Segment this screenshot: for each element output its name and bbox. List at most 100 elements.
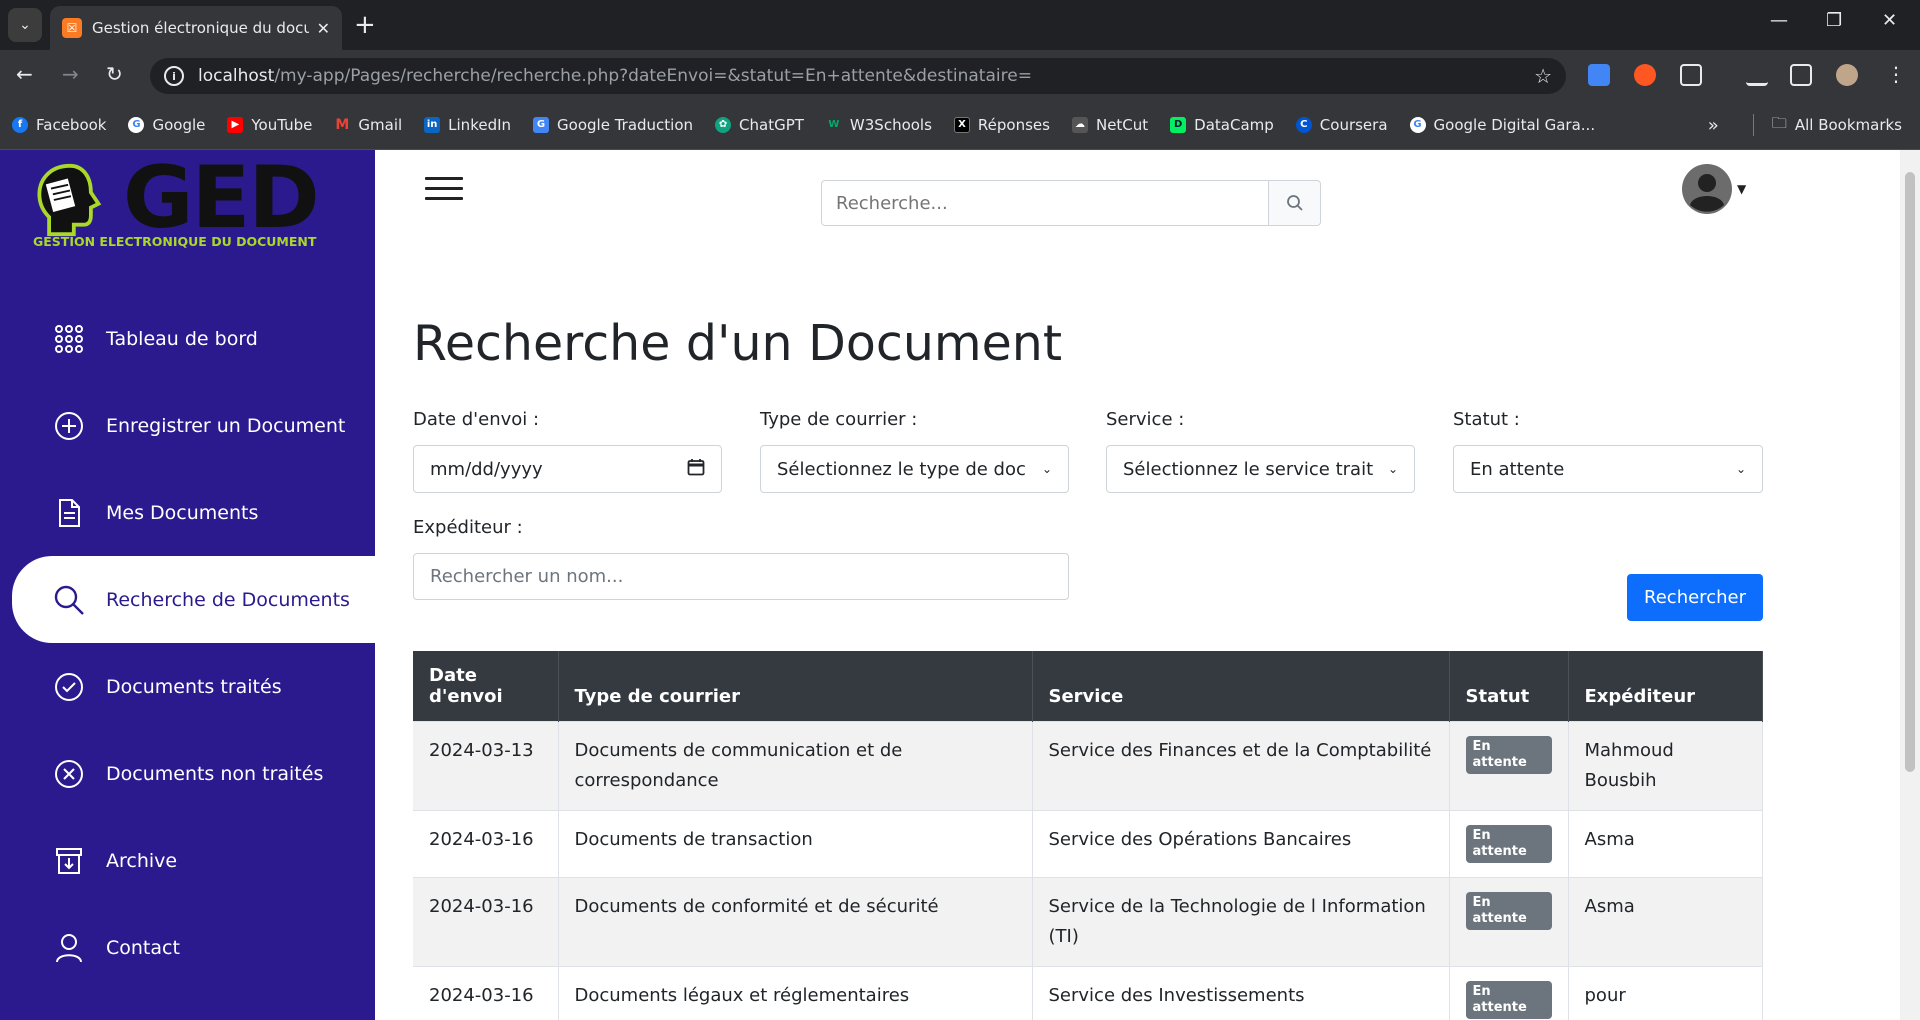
header-search-button[interactable] (1269, 180, 1321, 226)
cell-date: 2024-03-16 (413, 810, 559, 878)
search-icon (52, 583, 86, 617)
coursera-icon: C (1295, 116, 1312, 133)
rechercher-button[interactable]: Rechercher (1627, 574, 1763, 621)
new-tab-button[interactable]: + (354, 10, 376, 40)
type-select[interactable]: Sélectionnez le type de doc ⌄ (760, 445, 1069, 493)
header-search-input[interactable] (821, 180, 1269, 226)
sidebar-item-label: Contact (106, 936, 180, 959)
table-header-row: Date d'envoi Type de courrier Service St… (413, 651, 1763, 722)
sidebar-item-archive[interactable]: Archive (0, 817, 375, 904)
statut-select-value: En attente (1470, 458, 1565, 480)
bookmark-youtube[interactable]: ▶ YouTube (227, 116, 312, 134)
sidebar-item-label: Tableau de bord (106, 327, 258, 350)
user-menu[interactable]: ▼ (1681, 164, 1753, 214)
date-input[interactable]: mm/dd/yyyy (413, 445, 722, 493)
minimize-icon[interactable]: — (1770, 10, 1788, 31)
reload-icon[interactable]: ↻ (106, 62, 123, 86)
bookmark-gmail[interactable]: M Gmail (334, 116, 402, 134)
bookmark-netcut[interactable]: ☁ NetCut (1071, 116, 1148, 134)
bookmark-chatgpt[interactable]: ✿ ChatGPT (715, 116, 804, 134)
grid-icon (52, 322, 86, 356)
sidebar-item-recherche[interactable]: Recherche de Documents (12, 556, 375, 643)
expediteur-label: Expéditeur : (413, 517, 523, 538)
close-window-icon[interactable]: ✕ (1882, 10, 1897, 31)
side-panel-icon[interactable] (1790, 64, 1812, 86)
x-icon: X (953, 116, 970, 133)
ged-logo: GED GESTION ELECTRONIQUE DU DOCUMENT (28, 150, 348, 254)
sidebar-item-label: Enregistrer un Document (106, 414, 346, 437)
avatar-icon (1682, 164, 1732, 214)
hamburger-menu-icon[interactable] (425, 177, 463, 203)
back-icon[interactable]: ← (16, 62, 33, 86)
bookmark-reponses[interactable]: X Réponses (953, 116, 1050, 134)
sidebar-item-contact[interactable]: Contact (0, 904, 375, 991)
sidebar-item-label: Mes Documents (106, 501, 259, 524)
browser-toolbar: ← → ↻ i localhost/my-app/Pages/recherche… (0, 50, 1920, 100)
all-bookmarks-link[interactable]: All Bookmarks (1795, 116, 1902, 134)
sidebar-item-documents-traites[interactable]: Documents traités (0, 643, 375, 730)
google-icon: G (1409, 116, 1426, 133)
restore-icon[interactable]: ❐ (1826, 10, 1842, 31)
web-page: GED GESTION ELECTRONIQUE DU DOCUMENT Tab… (0, 150, 1920, 1020)
browser-tab-bar: ⌄ ☒ Gestion électronique du docum ✕ + — … (0, 0, 1920, 50)
forward-icon[interactable]: → (62, 62, 79, 86)
sidebar-item-label: Documents non traités (106, 762, 324, 785)
sidebar-item-tableau-de-bord[interactable]: Tableau de bord (0, 295, 375, 382)
tab-search-button[interactable]: ⌄ (8, 8, 42, 42)
extension-flame-icon[interactable] (1634, 64, 1656, 86)
sidebar-item-enregistrer[interactable]: Enregistrer un Document (0, 382, 375, 469)
bookmark-google[interactable]: G Google (128, 116, 205, 134)
results-table: Date d'envoi Type de courrier Service St… (413, 651, 1763, 1020)
cell-expediteur: Mahmoud Bousbih (1568, 721, 1763, 811)
x-circle-icon (52, 757, 86, 791)
cell-service: Service des Opérations Bancaires (1032, 810, 1450, 878)
cell-type: Documents de transaction (558, 810, 1033, 878)
cell-statut: En attente (1449, 721, 1569, 811)
bookmark-coursera[interactable]: C Coursera (1295, 116, 1388, 134)
expediteur-input[interactable]: Rechercher un nom... (413, 553, 1069, 600)
service-select[interactable]: Sélectionnez le service trait ⌄ (1106, 445, 1415, 493)
bookmark-datacamp[interactable]: D DataCamp (1170, 116, 1274, 134)
browser-tab[interactable]: ☒ Gestion électronique du docum ✕ (50, 6, 342, 50)
status-badge: En attente (1465, 825, 1552, 863)
header-service: Service (1032, 651, 1450, 722)
sidebar-item-label: Archive (106, 849, 178, 872)
page-scrollbar[interactable] (1900, 150, 1920, 1020)
close-tab-icon[interactable]: ✕ (317, 19, 330, 38)
sidebar-item-documents-non-traites[interactable]: Documents non traités (0, 730, 375, 817)
cell-date: 2024-03-16 (413, 877, 559, 967)
address-bar[interactable]: i localhost/my-app/Pages/recherche/reche… (150, 58, 1566, 94)
google-icon: G (128, 116, 145, 133)
page-title: Recherche d'un Document (413, 315, 1063, 372)
extensions-puzzle-icon[interactable] (1680, 64, 1702, 86)
cell-statut: En attente (1449, 966, 1569, 1020)
site-info-icon[interactable]: i (164, 66, 184, 86)
service-select-value: Sélectionnez le service trait (1123, 458, 1374, 480)
bookmark-google-traduction[interactable]: G Google Traduction (533, 116, 693, 134)
logo-subtitle: GESTION ELECTRONIQUE DU DOCUMENT (33, 234, 317, 249)
table-row: 2024-03-16 Documents de conformité et de… (413, 877, 1763, 967)
scrollbar-thumb[interactable] (1905, 172, 1915, 772)
browser-menu-icon[interactable]: ⋮ (1886, 62, 1906, 86)
bookmark-facebook[interactable]: f Facebook (12, 116, 106, 134)
download-icon[interactable] (1746, 64, 1768, 86)
bookmark-google-digital-garage[interactable]: G Google Digital Gara... (1409, 116, 1595, 134)
type-label: Type de courrier : (760, 409, 918, 430)
gmail-icon: M (335, 116, 350, 133)
expediteur-placeholder: Rechercher un nom... (430, 566, 624, 587)
linkedin-icon: in (424, 116, 441, 133)
sidebar-item-mes-documents[interactable]: Mes Documents (0, 469, 375, 556)
bookmark-star-icon[interactable]: ☆ (1534, 64, 1552, 88)
caret-down-icon: ▼ (1737, 182, 1747, 196)
type-select-value: Sélectionnez le type de doc (777, 458, 1026, 480)
head-logo-icon (37, 163, 102, 237)
calendar-icon[interactable] (687, 458, 705, 481)
cell-type: Documents de conformité et de sécurité (558, 877, 1033, 967)
main-content: ▼ Recherche d'un Document Date d'envoi :… (375, 150, 1885, 1020)
bookmark-linkedin[interactable]: in LinkedIn (424, 116, 511, 134)
bookmark-w3schools[interactable]: W W3Schools (826, 116, 932, 134)
more-bookmarks-icon[interactable]: » (1708, 115, 1719, 136)
statut-select[interactable]: En attente ⌄ (1453, 445, 1763, 493)
profile-avatar-icon[interactable] (1836, 64, 1858, 86)
google-translate-ext-icon[interactable] (1588, 64, 1610, 86)
